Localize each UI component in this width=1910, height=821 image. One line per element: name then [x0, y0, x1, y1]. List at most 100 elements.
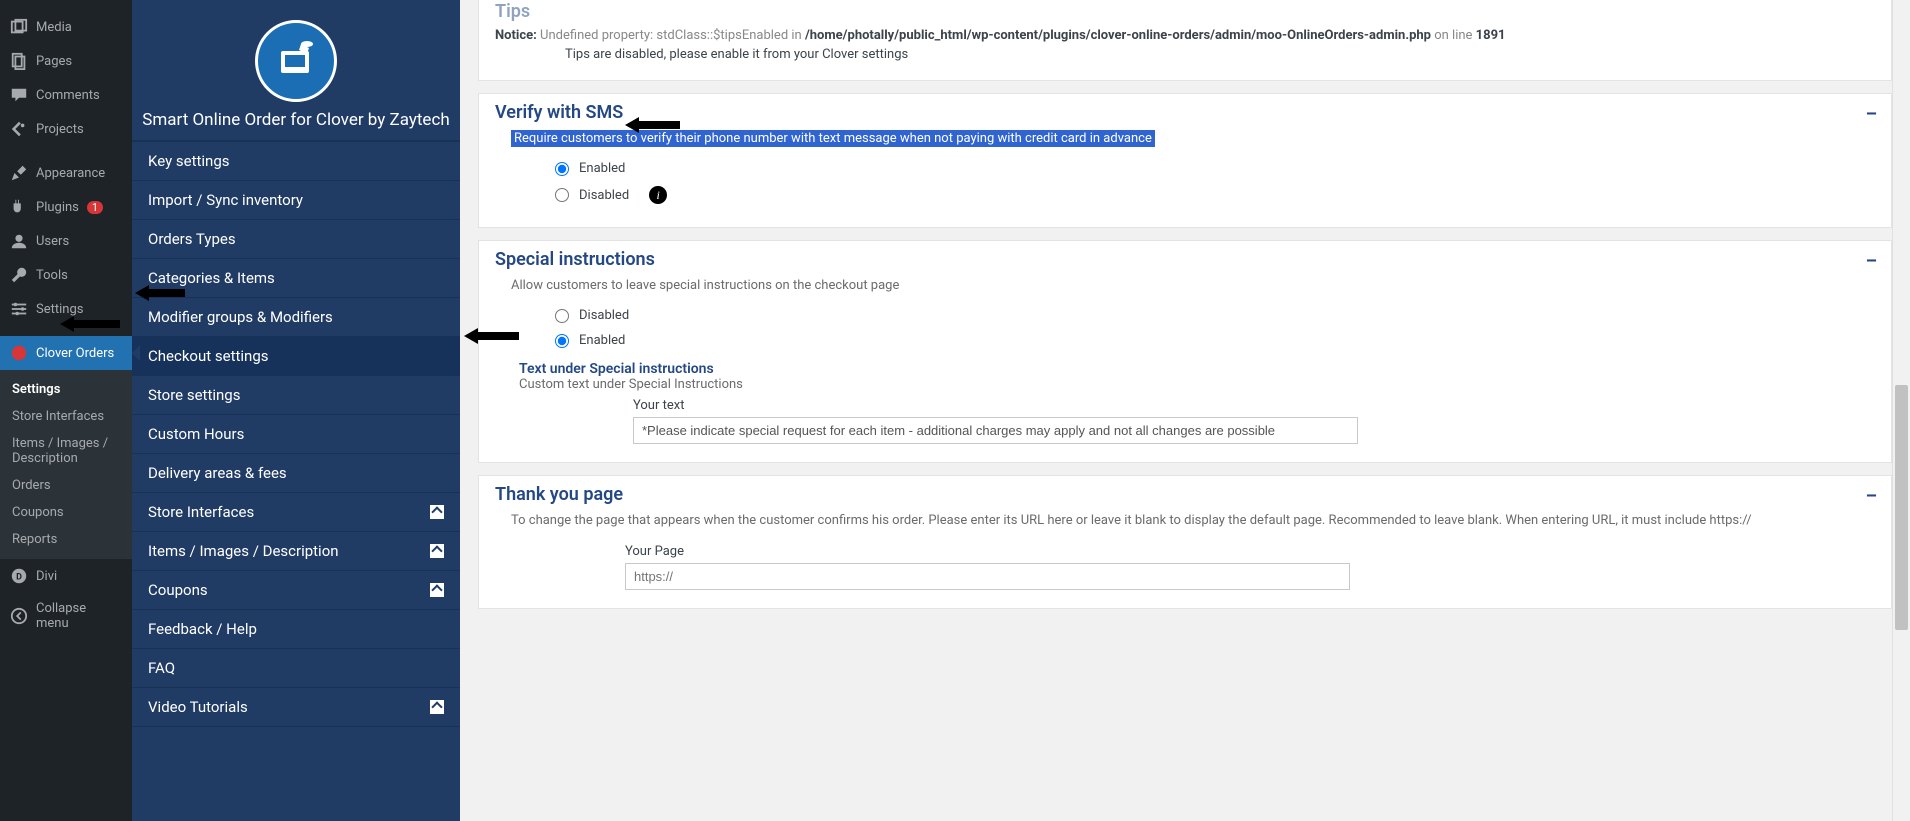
- tools-icon: [10, 266, 28, 284]
- nav-appearance-label: Appearance: [36, 166, 105, 181]
- nav-projects[interactable]: Projects: [0, 112, 132, 146]
- nav-comments-label: Comments: [36, 88, 100, 103]
- nav-users[interactable]: Users: [0, 224, 132, 258]
- plugin-logo: [255, 20, 337, 102]
- verify-sms-panel: Verify with SMS – Require customers to v…: [478, 93, 1892, 228]
- nav-users-label: Users: [36, 234, 69, 249]
- verify-sms-desc: Require customers to verify their phone …: [511, 130, 1155, 147]
- comments-icon: [10, 86, 28, 104]
- your-page-label: Your Page: [625, 544, 1875, 559]
- pnav-orders-types[interactable]: Orders Types: [132, 220, 460, 259]
- special-disabled-radio[interactable]: [555, 309, 569, 323]
- nav-clover-orders[interactable]: Clover Orders: [0, 336, 132, 370]
- collapse-toggle[interactable]: –: [1866, 486, 1877, 507]
- sub-store-interfaces[interactable]: Store Interfaces: [0, 403, 132, 430]
- nav-divi-label: Divi: [36, 569, 57, 584]
- pnav-video[interactable]: Video Tutorials: [132, 688, 460, 727]
- pnav-key-settings[interactable]: Key settings: [132, 142, 460, 181]
- tips-panel: Tips Notice: Undefined property: stdClas…: [478, 0, 1892, 81]
- pnav-faq[interactable]: FAQ: [132, 649, 460, 688]
- nav-collapse-label: Collapse menu: [36, 601, 122, 631]
- pnav-delivery[interactable]: Delivery areas & fees: [132, 454, 460, 493]
- nav-projects-label: Projects: [36, 122, 84, 137]
- special-disabled-row[interactable]: Disabled: [495, 303, 1875, 328]
- special-sub-desc: Custom text under Special Instructions: [495, 377, 1875, 392]
- special-instructions-panel: Special instructions – Allow customers t…: [478, 240, 1892, 463]
- arrow-annotation: [135, 284, 185, 302]
- nav-comments[interactable]: Comments: [0, 78, 132, 112]
- plugin-title: Smart Online Order for Clover by Zaytech: [142, 110, 450, 130]
- pnav-modifiers[interactable]: Modifier groups & Modifiers: [132, 298, 460, 337]
- nav-tools-label: Tools: [36, 268, 68, 283]
- pnav-feedback[interactable]: Feedback / Help: [132, 610, 460, 649]
- nav-tools[interactable]: Tools: [0, 258, 132, 292]
- pages-icon: [10, 52, 28, 70]
- inner-scrollbar[interactable]: [1892, 0, 1910, 821]
- info-icon[interactable]: i: [649, 186, 667, 204]
- special-title: Special instructions: [495, 249, 1875, 270]
- thank-page-input[interactable]: [625, 563, 1350, 590]
- nav-media-label: Media: [36, 20, 72, 35]
- clover-icon: [10, 344, 28, 362]
- plugins-icon: [10, 198, 28, 216]
- nav-plugins-label: Plugins: [36, 200, 79, 215]
- sub-settings[interactable]: Settings: [0, 376, 132, 403]
- tips-body: Tips are disabled, please enable it from…: [495, 47, 1875, 62]
- pnav-store-interfaces[interactable]: Store Interfaces: [132, 493, 460, 532]
- appearance-icon: [10, 164, 28, 182]
- collapse-toggle[interactable]: –: [1866, 104, 1877, 125]
- sub-orders[interactable]: Orders: [0, 472, 132, 499]
- projects-icon: [10, 120, 28, 138]
- collapse-toggle[interactable]: –: [1866, 251, 1877, 272]
- sms-disabled-radio[interactable]: [555, 188, 569, 202]
- pnav-items-images[interactable]: Items / Images / Description: [132, 532, 460, 571]
- thank-desc: To change the page that appears when the…: [495, 507, 1875, 538]
- nav-pages[interactable]: Pages: [0, 44, 132, 78]
- special-enabled-row[interactable]: Enabled: [495, 328, 1875, 353]
- external-link-icon: [430, 583, 444, 597]
- your-text-label: Your text: [633, 398, 1875, 413]
- special-desc: Allow customers to leave special instruc…: [495, 272, 1875, 303]
- pnav-custom-hours[interactable]: Custom Hours: [132, 415, 460, 454]
- nav-media[interactable]: Media: [0, 10, 132, 44]
- special-enabled-radio[interactable]: [555, 334, 569, 348]
- external-link-icon: [430, 544, 444, 558]
- plugins-badge: 1: [87, 201, 103, 214]
- pnav-coupons[interactable]: Coupons: [132, 571, 460, 610]
- special-text-input[interactable]: [633, 417, 1358, 444]
- collapse-icon: [10, 607, 28, 625]
- sub-coupons[interactable]: Coupons: [0, 499, 132, 526]
- arrow-annotation: [625, 116, 680, 134]
- nav-pages-label: Pages: [36, 54, 72, 69]
- nav-collapse[interactable]: Collapse menu: [0, 593, 132, 639]
- pnav-store-settings[interactable]: Store settings: [132, 376, 460, 415]
- tips-title: Tips: [495, 1, 1875, 22]
- media-icon: [10, 18, 28, 36]
- arrow-annotation: [464, 327, 519, 345]
- thank-you-panel: Thank you page – To change the page that…: [478, 475, 1892, 609]
- sms-enabled-radio[interactable]: [555, 162, 569, 176]
- clover-submenu: Settings Store Interfaces Items / Images…: [0, 370, 132, 559]
- pnav-checkout[interactable]: Checkout settings: [132, 337, 460, 376]
- sub-reports[interactable]: Reports: [0, 526, 132, 553]
- divi-icon: D: [10, 567, 28, 585]
- thank-title: Thank you page: [495, 484, 1875, 505]
- settings-icon: [10, 300, 28, 318]
- verify-sms-title: Verify with SMS: [495, 102, 1875, 123]
- sub-items-images[interactable]: Items / Images / Description: [0, 430, 132, 472]
- special-sub-title: Text under Special instructions: [495, 361, 1875, 377]
- nav-clover-label: Clover Orders: [36, 346, 114, 361]
- php-notice: Notice: Undefined property: stdClass::$t…: [495, 24, 1875, 47]
- sms-disabled-row[interactable]: Disabledi: [495, 181, 1875, 209]
- wp-admin-sidebar: Media Pages Comments Projects Appearance…: [0, 0, 132, 821]
- sms-enabled-row[interactable]: Enabled: [495, 156, 1875, 181]
- nav-divi[interactable]: D Divi: [0, 559, 132, 593]
- scroll-thumb[interactable]: [1895, 385, 1908, 630]
- nav-plugins[interactable]: Plugins 1: [0, 190, 132, 224]
- plugin-sidebar: Smart Online Order for Clover by Zaytech…: [132, 0, 460, 821]
- nav-appearance[interactable]: Appearance: [0, 156, 132, 190]
- external-link-icon: [430, 700, 444, 714]
- pnav-import[interactable]: Import / Sync inventory: [132, 181, 460, 220]
- users-icon: [10, 232, 28, 250]
- external-link-icon: [430, 505, 444, 519]
